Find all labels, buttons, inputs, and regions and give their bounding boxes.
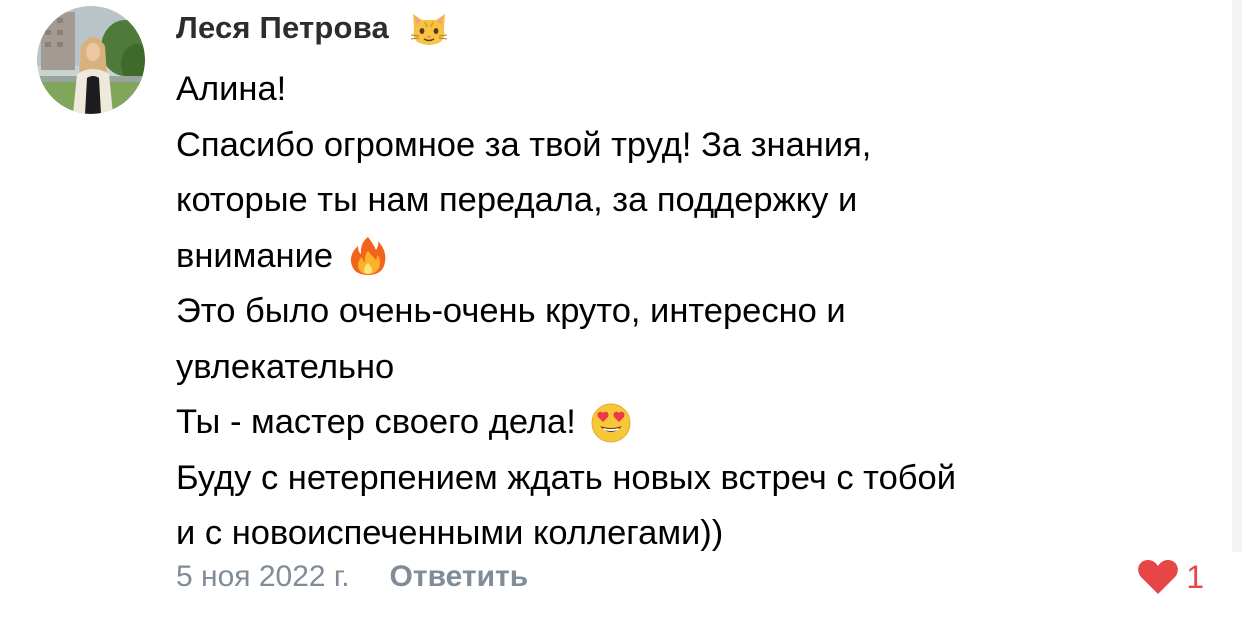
comment-line: Буду с нетерпением ждать новых встреч с … [176, 458, 956, 497]
comment-body: Алина! Спасибо огромное за твой труд! За… [176, 62, 1216, 562]
comment-line: и с новоиспеченными коллегами)) [176, 514, 724, 552]
heart-eyes-emoji-icon [590, 402, 632, 444]
fire-emoji-icon [347, 235, 389, 277]
author-avatar[interactable] [37, 6, 145, 114]
comment-line-with-emoji: внимание [176, 229, 1216, 285]
reply-button[interactable]: Ответить [390, 560, 529, 594]
comment-line: Алина! [176, 70, 287, 108]
like-count: 1 [1186, 558, 1204, 595]
comment-line-text: Ты - мастер своего дела! [176, 403, 576, 441]
author-name[interactable]: Леся Петрова [176, 10, 389, 46]
comment-line: увлекательно [176, 347, 395, 386]
comment-line-text: внимание [176, 236, 334, 275]
comment-date[interactable]: 5 ноя 2022 г. [176, 560, 350, 594]
cat-face-icon [407, 8, 451, 48]
like-button[interactable]: 1 [1136, 557, 1204, 597]
comment-header: Леся Петрова [176, 8, 451, 48]
heart-icon [1136, 558, 1180, 596]
scrollbar-track [1232, 0, 1242, 552]
comment-line: которые ты нам передала, за поддержку и [176, 181, 858, 219]
comment-footer: 5 ноя 2022 г. Ответить [176, 557, 528, 597]
comment-line: Это было очень-очень круто, интересно и [176, 292, 846, 330]
comment-line: Спасибо огромное за твой труд! За знания… [176, 125, 872, 164]
comment-line-with-emoji: Ты - мастер своего дела! [176, 395, 1216, 451]
